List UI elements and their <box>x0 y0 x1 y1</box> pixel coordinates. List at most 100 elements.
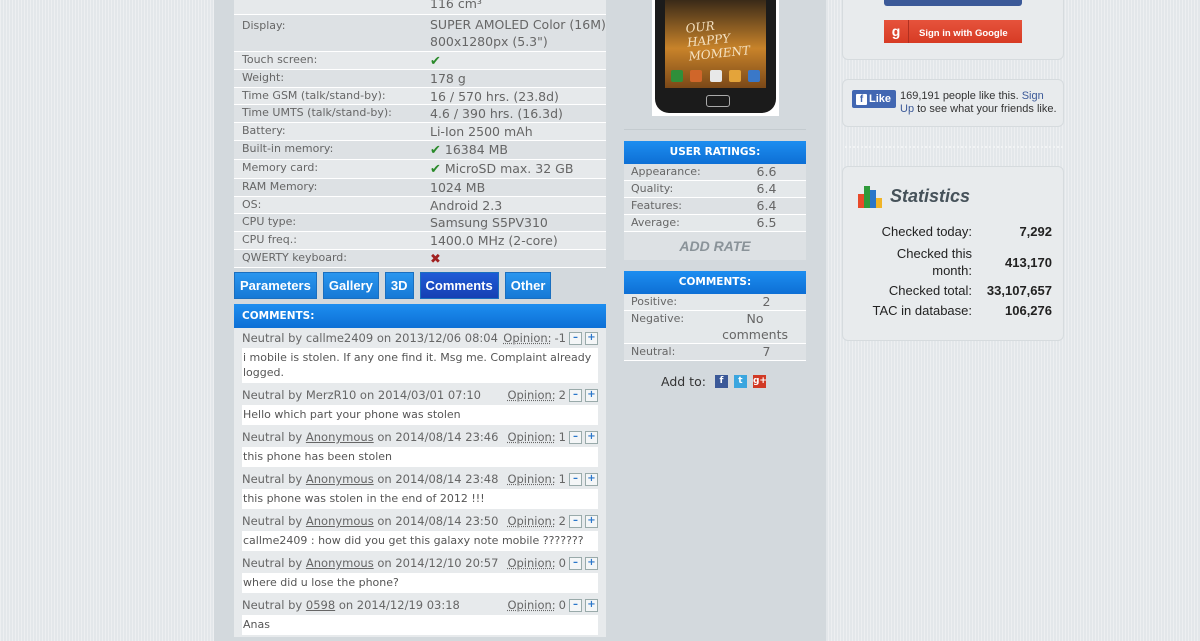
vote-down-button[interactable]: – <box>569 557 582 570</box>
comment-author-link[interactable]: Anonymous <box>306 429 374 446</box>
google-plus-icon[interactable]: g+ <box>752 375 767 388</box>
spec-row: Touch screen: ✔ <box>234 52 606 70</box>
divider <box>624 129 806 130</box>
vote-down-button[interactable]: – <box>569 515 582 528</box>
comment: Neutral by 0598 on 2014/12/19 03:18 Opin… <box>234 595 606 637</box>
spec-label: Built-in memory: <box>242 142 334 155</box>
comments-summary-title: COMMENTS: <box>624 271 806 294</box>
vote-up-button[interactable]: + <box>585 389 598 402</box>
vote-down-button[interactable]: – <box>569 599 582 612</box>
vote-up-button[interactable]: + <box>585 557 598 570</box>
tab-other[interactable]: Other <box>504 272 552 299</box>
tab-gallery[interactable]: Gallery <box>322 272 379 299</box>
opinion-score: 2 <box>558 514 566 528</box>
phone-screen-text: OUR HAPPY MOMENT <box>684 18 751 64</box>
comment-author-link[interactable]: 0598 <box>306 597 335 614</box>
summary-value: No comments <box>722 311 789 342</box>
rating-row: Quality: 6.4 <box>624 181 806 198</box>
opinion-score: -1 <box>554 331 566 345</box>
opinion-score: 0 <box>558 598 566 612</box>
tab-3d[interactable]: 3D <box>384 272 414 299</box>
comment: Neutral by callme2409 on 2013/12/06 08:0… <box>234 328 606 385</box>
opinion-label: Opinion: <box>507 430 556 444</box>
spec-row: Weight: 178 g <box>234 70 606 88</box>
comment-author-link[interactable]: Anonymous <box>306 471 374 488</box>
vote-up-button[interactable]: + <box>585 332 598 345</box>
spec-value: Li-Ion 2500 mAh <box>430 124 533 139</box>
google-signin-button[interactable]: g Sign in with Google <box>884 20 1022 43</box>
comment-prefix: Neutral by <box>242 472 303 486</box>
tab-parameters[interactable]: Parameters <box>234 272 317 299</box>
spec-label: Time UMTS (talk/stand-by): <box>242 106 392 119</box>
rating-value: 6.4 <box>756 198 777 213</box>
spec-value: 16384 MB <box>444 142 508 157</box>
comment: Neutral by Anonymous on 2014/12/10 20:57… <box>234 553 606 595</box>
cross-icon: ✖ <box>430 252 441 267</box>
comment: Neutral by Anonymous on 2014/08/14 23:46… <box>234 427 606 469</box>
opinion-label: Opinion: <box>507 472 556 486</box>
vote-up-button[interactable]: + <box>585 515 598 528</box>
spec-label: Weight: <box>242 71 285 84</box>
vote-down-button[interactable]: – <box>569 473 582 486</box>
stat-value: 33,107,657 <box>986 283 1052 298</box>
rating-label: Average: <box>631 216 680 229</box>
spec-row: Battery: Li-Ion 2500 mAh <box>234 123 606 141</box>
add-rate-button[interactable]: ADD RATE <box>624 232 806 260</box>
spec-label: OS: <box>242 198 262 211</box>
comment-author-link[interactable]: Anonymous <box>306 555 374 572</box>
summary-label: Neutral: <box>631 345 676 358</box>
spec-label <box>234 0 430 14</box>
add-to-share: Add to: f t g+ <box>661 374 767 389</box>
spec-value: 16 / 570 hrs. (23.8d) <box>430 89 559 104</box>
spec-row: Display: SUPER AMOLED Color (16M) 800x12… <box>234 15 606 52</box>
tab-comments[interactable]: Comments <box>419 272 499 299</box>
spec-row: QWERTY keyboard: ✖ <box>234 250 606 268</box>
vote-up-button[interactable]: + <box>585 599 598 612</box>
vote-down-button[interactable]: – <box>569 332 582 345</box>
add-to-label: Add to: <box>661 374 706 389</box>
comment-author-link[interactable]: Anonymous <box>306 513 374 530</box>
spec-value: Android 2.3 <box>430 198 503 213</box>
spec-label: Time GSM (talk/stand-by): <box>242 89 386 102</box>
vote-up-button[interactable]: + <box>585 431 598 444</box>
rating-value: 6.6 <box>756 164 777 179</box>
phone-image[interactable]: OUR HAPPY MOMENT <box>652 0 779 116</box>
comment-date: on 2014/12/19 03:18 <box>338 598 460 612</box>
spec-value: 4.6 / 390 hrs. (16.3d) <box>430 106 563 121</box>
stat-label: Checked today: <box>881 224 972 239</box>
opinion-score: 1 <box>558 430 566 444</box>
stat-value: 106,276 <box>1005 303 1052 318</box>
spec-label: RAM Memory: <box>242 180 318 193</box>
summary-value: 2 <box>762 294 771 309</box>
rating-value: 6.5 <box>756 215 777 230</box>
comment-text: where did u lose the phone? <box>242 573 598 593</box>
phone-body: OUR HAPPY MOMENT <box>655 0 776 113</box>
opinion-score: 1 <box>558 472 566 486</box>
facebook-signin-button[interactable] <box>884 0 1022 6</box>
opinion-label: Opinion: <box>507 556 556 570</box>
spec-value: 116 cm³ <box>430 0 482 11</box>
comment-prefix: Neutral by <box>242 430 303 444</box>
vote-down-button[interactable]: – <box>569 431 582 444</box>
facebook-icon[interactable]: f <box>714 375 728 388</box>
facebook-like-button[interactable]: f Like <box>852 90 896 108</box>
twitter-icon[interactable]: t <box>733 375 747 388</box>
google-icon: g <box>884 20 909 43</box>
summary-value: 7 <box>762 344 771 359</box>
rating-row: Appearance: 6.6 <box>624 164 806 181</box>
comment-prefix: Neutral by <box>242 388 303 402</box>
spec-value: Samsung S5PV310 <box>430 215 548 230</box>
rating-row: Features: 6.4 <box>624 198 806 215</box>
stat-value: 413,170 <box>1005 254 1052 270</box>
comment: Neutral by Anonymous on 2014/08/14 23:50… <box>234 511 606 553</box>
comment-author: MerzR10 <box>305 388 357 402</box>
vote-up-button[interactable]: + <box>585 473 598 486</box>
stat-label: TAC in database: <box>872 303 972 318</box>
spec-value: SUPER AMOLED Color (16M) 800x1280px (5.3… <box>430 17 606 49</box>
calendar-app-icon <box>709 70 722 82</box>
spec-row: 116 cm³ <box>234 0 606 15</box>
vote-down-button[interactable]: – <box>569 389 582 402</box>
comment-date: on 2013/12/06 08:04 <box>376 331 498 345</box>
comment-date: on 2014/08/14 23:48 <box>377 472 499 486</box>
opinion-score: 0 <box>558 556 566 570</box>
